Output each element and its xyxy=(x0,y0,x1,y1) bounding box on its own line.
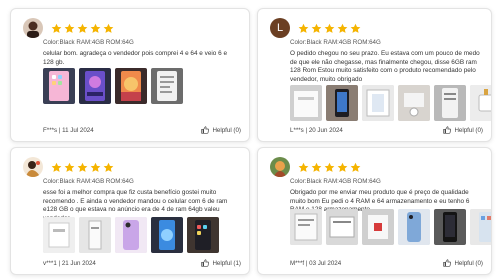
thumbs-up-icon xyxy=(443,259,452,267)
review-date: 11 Jul 2024 xyxy=(62,126,94,134)
star-icon xyxy=(337,23,348,33)
review-photo[interactable] xyxy=(326,85,358,121)
review-card: Color:Black RAM:4GB ROM:64G Obrigado por… xyxy=(257,147,492,275)
star-icon xyxy=(311,162,322,172)
thumbs-up-icon xyxy=(201,126,210,134)
review-meta: F***s | 11 Jul 2024 xyxy=(43,126,94,134)
review-photo[interactable] xyxy=(398,209,430,245)
helpful-label: Helpful (1) xyxy=(212,259,241,267)
review-photo[interactable] xyxy=(362,85,394,121)
star-icon xyxy=(103,23,114,33)
reviewer-name: v***1 xyxy=(43,259,57,267)
review-header xyxy=(270,156,363,178)
review-card: Color:Black RAM:4GB ROM:64G esse foi a m… xyxy=(10,147,250,275)
reviewer-name: F***s xyxy=(43,126,58,134)
star-icon xyxy=(64,23,75,33)
avatar xyxy=(23,157,43,177)
product-variant: Color:Black RAM:4GB ROM:64G xyxy=(290,39,381,46)
avatar: L xyxy=(270,18,290,38)
review-footer: L***s | 20 Jun 2024 Helpful (0) xyxy=(290,125,483,135)
star-icon xyxy=(77,23,88,33)
helpful-button[interactable]: Helpful (0) xyxy=(443,126,483,134)
thumbs-up-icon xyxy=(443,126,452,134)
product-variant: Color:Black RAM:4GB ROM:64G xyxy=(43,39,134,46)
review-photo[interactable] xyxy=(115,68,147,104)
helpful-button[interactable]: Helpful (0) xyxy=(443,259,483,267)
review-photo[interactable] xyxy=(362,209,394,245)
review-photo[interactable] xyxy=(43,68,75,104)
review-photos xyxy=(290,209,491,245)
helpful-button[interactable]: Helpful (0) xyxy=(201,126,241,134)
review-photo[interactable] xyxy=(115,217,147,253)
review-card: L Color:Black RAM:4GB ROM:64G O pedido c… xyxy=(257,8,492,142)
avatar xyxy=(270,157,290,177)
star-icon xyxy=(90,23,101,33)
review-card: Color:Black RAM:4GB ROM:64G celular bom.… xyxy=(10,8,250,142)
review-date: 03 Jul 2024 xyxy=(309,259,342,267)
avatar xyxy=(23,18,43,38)
star-icon xyxy=(337,162,348,172)
review-photo[interactable] xyxy=(79,68,111,104)
review-photo[interactable] xyxy=(151,68,183,104)
star-icon xyxy=(350,162,361,172)
star-rating xyxy=(51,162,116,173)
review-photo[interactable] xyxy=(290,209,322,245)
reviewer-name: L***s xyxy=(290,126,304,134)
star-icon xyxy=(51,23,62,33)
review-text: celular bom. agradeça o vendedor pois co… xyxy=(43,50,228,66)
star-rating xyxy=(51,23,116,34)
review-meta: L***s | 20 Jun 2024 xyxy=(290,126,343,134)
review-photo[interactable] xyxy=(470,209,491,245)
review-meta: M***f | 03 Jul 2024 xyxy=(290,259,342,267)
review-photos xyxy=(290,85,491,121)
review-header xyxy=(23,17,116,39)
review-photo[interactable] xyxy=(434,85,466,121)
helpful-label: Helpful (0) xyxy=(454,126,483,134)
review-grid: Color:Black RAM:4GB ROM:64G celular bom.… xyxy=(0,0,500,280)
review-photos xyxy=(43,217,223,253)
star-icon xyxy=(324,23,335,33)
star-icon xyxy=(311,23,322,33)
thumbs-up-icon xyxy=(201,259,210,267)
product-variant: Color:Black RAM:4GB ROM:64G xyxy=(43,178,134,185)
review-text: O pedido chegou no seu prazo. Eu estava … xyxy=(290,50,480,83)
reviewer-name: M***f xyxy=(290,259,305,267)
review-footer: M***f | 03 Jul 2024 Helpful (0) xyxy=(290,258,483,268)
review-photos xyxy=(43,68,187,104)
star-icon xyxy=(90,162,101,172)
star-icon xyxy=(103,162,114,172)
star-icon xyxy=(324,162,335,172)
star-icon xyxy=(298,162,309,172)
product-variant: Color:Black RAM:4GB ROM:64G xyxy=(290,178,381,185)
review-photo[interactable] xyxy=(187,217,219,253)
review-footer: v***1 | 21 Jun 2024 Helpful (1) xyxy=(43,258,241,268)
review-header xyxy=(23,156,116,178)
review-photo[interactable] xyxy=(398,85,430,121)
star-icon xyxy=(64,162,75,172)
review-date: 20 Jun 2024 xyxy=(308,126,343,134)
helpful-label: Helpful (0) xyxy=(212,126,241,134)
review-footer: F***s | 11 Jul 2024 Helpful (0) xyxy=(43,125,241,135)
helpful-label: Helpful (0) xyxy=(454,259,483,267)
review-photo[interactable] xyxy=(151,217,183,253)
review-meta: v***1 | 21 Jun 2024 xyxy=(43,259,96,267)
star-rating xyxy=(298,162,363,173)
review-header: L xyxy=(270,17,363,39)
review-photo[interactable] xyxy=(470,85,491,121)
review-photo[interactable] xyxy=(79,217,111,253)
review-photo[interactable] xyxy=(43,217,75,253)
star-icon xyxy=(77,162,88,172)
review-photo[interactable] xyxy=(326,209,358,245)
review-photo[interactable] xyxy=(290,85,322,121)
review-date: 21 Jun 2024 xyxy=(61,259,96,267)
star-icon xyxy=(350,23,361,33)
review-photo[interactable] xyxy=(434,209,466,245)
star-icon xyxy=(298,23,309,33)
star-rating xyxy=(298,23,363,34)
star-icon xyxy=(51,162,62,172)
helpful-button[interactable]: Helpful (1) xyxy=(201,259,241,267)
